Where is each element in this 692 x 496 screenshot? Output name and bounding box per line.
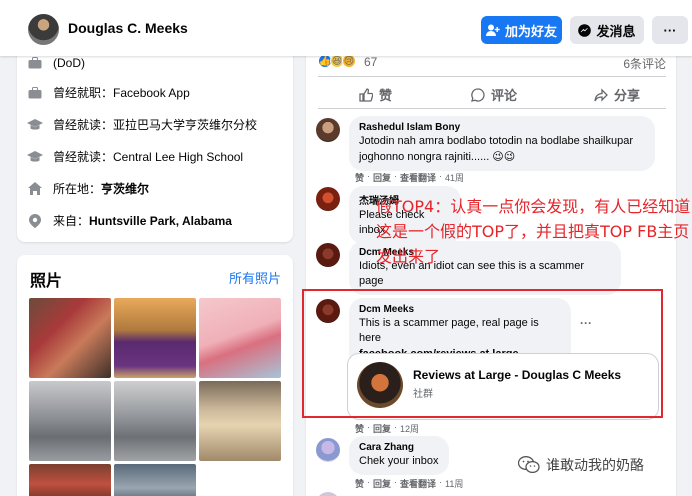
more-options-button[interactable]: ··· — [652, 16, 688, 44]
share-label: 分享 — [614, 88, 641, 103]
highlight-box — [302, 289, 663, 418]
location-pin-icon — [27, 213, 43, 228]
intro-value-link[interactable]: Huntsville Park, Alabama — [89, 214, 232, 228]
thumbs-up-icon — [359, 87, 373, 102]
like-button[interactable]: 赞 — [359, 85, 392, 104]
intro-value: (DoD) — [53, 56, 85, 70]
comment-bubble: Rashedul Islam Bony Jotodin nah amra bod… — [349, 116, 655, 171]
add-friend-button[interactable]: 加为好友 — [481, 16, 562, 44]
comment-timestamp[interactable]: 12周 — [400, 422, 419, 435]
comment-text: Jotodin nah amra bodlabo totodin na bodl… — [359, 135, 633, 147]
comment-bubble: Cara Zhang Chek your inbox — [349, 436, 449, 475]
annotation-text: 假TOP4：认真一点你会发现，有人已经知道这是一个假的TOP了，并且把真TOP … — [376, 197, 691, 266]
intro-row-location: 所在地： 亨茨维尔 — [27, 180, 149, 197]
comment-button[interactable]: 评论 — [471, 85, 517, 104]
like-label: 赞 — [379, 88, 393, 103]
divider — [318, 76, 666, 77]
all-photos-link[interactable]: 所有照片 — [229, 268, 281, 287]
comment-translate-link[interactable]: 查看翻译 — [400, 171, 436, 184]
comment-actions: 赞 · 回复 · 查看翻译 · 11周 — [355, 477, 464, 490]
message-label: 发消息 — [596, 23, 636, 39]
comment-label: 评论 — [491, 88, 518, 103]
intro-prefix: 曾经就读： — [53, 150, 114, 164]
comment-timestamp[interactable]: 41周 — [445, 171, 464, 184]
intro-prefix: 所在地： — [53, 182, 102, 196]
intro-row-school-2: 曾经就读： Central Lee High School — [27, 148, 243, 165]
intro-value-link[interactable]: Facebook App — [113, 86, 190, 100]
intro-value-link[interactable]: 亚拉巴马大学亨茨维尔分校 — [113, 116, 257, 133]
profile-name[interactable]: Douglas C. Meeks — [68, 20, 188, 36]
intro-value-link[interactable]: 亨茨维尔 — [101, 180, 149, 197]
comment-timestamp[interactable]: 11周 — [445, 477, 463, 490]
comment-author[interactable]: Rashedul Islam Bony — [359, 122, 645, 133]
comment-text: Chek your inbox — [359, 455, 439, 467]
comment-avatar[interactable] — [316, 187, 340, 211]
photo-thumbnail[interactable] — [199, 298, 281, 378]
intro-row-work-1: (DoD) — [27, 56, 85, 70]
intro-prefix: 曾经就读： — [53, 118, 114, 132]
comment-author[interactable]: Cara Zhang — [359, 442, 439, 453]
comment-reply-link[interactable]: 回复 — [373, 171, 391, 184]
reactions-summary[interactable]: 👍 😆 😢 67 6条评论 — [318, 54, 666, 72]
photo-thumbnail[interactable] — [29, 298, 111, 378]
comment-icon — [471, 87, 485, 102]
share-icon — [594, 87, 608, 102]
reaction-count: 67 — [364, 55, 378, 69]
comment-reply-link[interactable]: 回复 — [373, 422, 391, 435]
sad-reaction-icon: 😢 — [342, 54, 356, 68]
comment-avatar[interactable] — [316, 243, 340, 267]
photos-title: 照片 — [30, 273, 63, 290]
comment-reply-link[interactable]: 回复 — [373, 477, 391, 490]
comment-avatar[interactable] — [316, 492, 340, 496]
comment-count-link[interactable]: 6条评论 — [623, 55, 666, 72]
intro-card: (DoD) 曾经就职： Facebook App 曾经就读： 亚拉巴马大学亨茨维… — [17, 40, 293, 242]
comment-actions: 赞 · 回复 · 查看翻译 · 41周 — [355, 171, 465, 184]
graduation-cap-icon — [27, 150, 43, 164]
watermark-text: 谁敢动我的奶酪 — [546, 457, 644, 473]
profile-header: Douglas C. Meeks 加为好友 发消息 ··· — [0, 0, 692, 56]
graduation-cap-icon — [27, 118, 43, 132]
comment-translate-link[interactable]: 查看翻译 — [400, 477, 436, 490]
photos-card: 照片 所有照片 — [17, 255, 293, 496]
comment-like-link[interactable]: 赞 — [355, 171, 364, 184]
avatar[interactable] — [28, 14, 59, 45]
comment-like-link[interactable]: 赞 — [355, 477, 364, 490]
add-friend-icon — [485, 24, 500, 36]
briefcase-icon — [27, 56, 43, 70]
photo-thumbnail[interactable] — [199, 381, 281, 461]
photo-thumbnail[interactable] — [114, 298, 196, 378]
intro-value-link[interactable]: Central Lee High School — [113, 150, 243, 164]
photo-thumbnail[interactable] — [29, 381, 111, 461]
intro-prefix: 曾经就职： — [53, 86, 114, 100]
add-friend-label: 加为好友 — [504, 23, 557, 39]
divider — [318, 108, 666, 109]
wechat-icon — [517, 456, 540, 474]
intro-prefix: 来自： — [53, 214, 90, 228]
comment-text: joghonno nongra rajniti...... 😉😉 — [359, 151, 516, 163]
comment-actions: 赞 · 回复 · 12周 — [355, 422, 420, 435]
messenger-icon — [578, 23, 592, 37]
intro-row-hometown: 来自： Huntsville Park, Alabama — [27, 212, 232, 229]
briefcase-icon — [27, 86, 43, 100]
message-button[interactable]: 发消息 — [570, 16, 644, 44]
intro-row-school-1: 曾经就读： 亚拉巴马大学亨茨维尔分校 — [27, 116, 257, 133]
comment-avatar[interactable] — [316, 438, 340, 462]
photo-thumbnail[interactable] — [114, 381, 196, 461]
comment-like-link[interactable]: 赞 — [355, 422, 364, 435]
share-button[interactable]: 分享 — [594, 85, 640, 104]
home-icon — [27, 182, 43, 196]
watermark: 谁敢动我的奶酪 — [517, 455, 644, 475]
more-dots-icon: ··· — [663, 22, 677, 38]
intro-row-work-2: 曾经就职： Facebook App — [27, 84, 190, 101]
reaction-icons: 👍 😆 😢 — [318, 54, 356, 68]
photo-thumbnail[interactable] — [29, 464, 111, 496]
comment-avatar[interactable] — [316, 118, 340, 142]
photo-thumbnail[interactable] — [114, 464, 196, 496]
